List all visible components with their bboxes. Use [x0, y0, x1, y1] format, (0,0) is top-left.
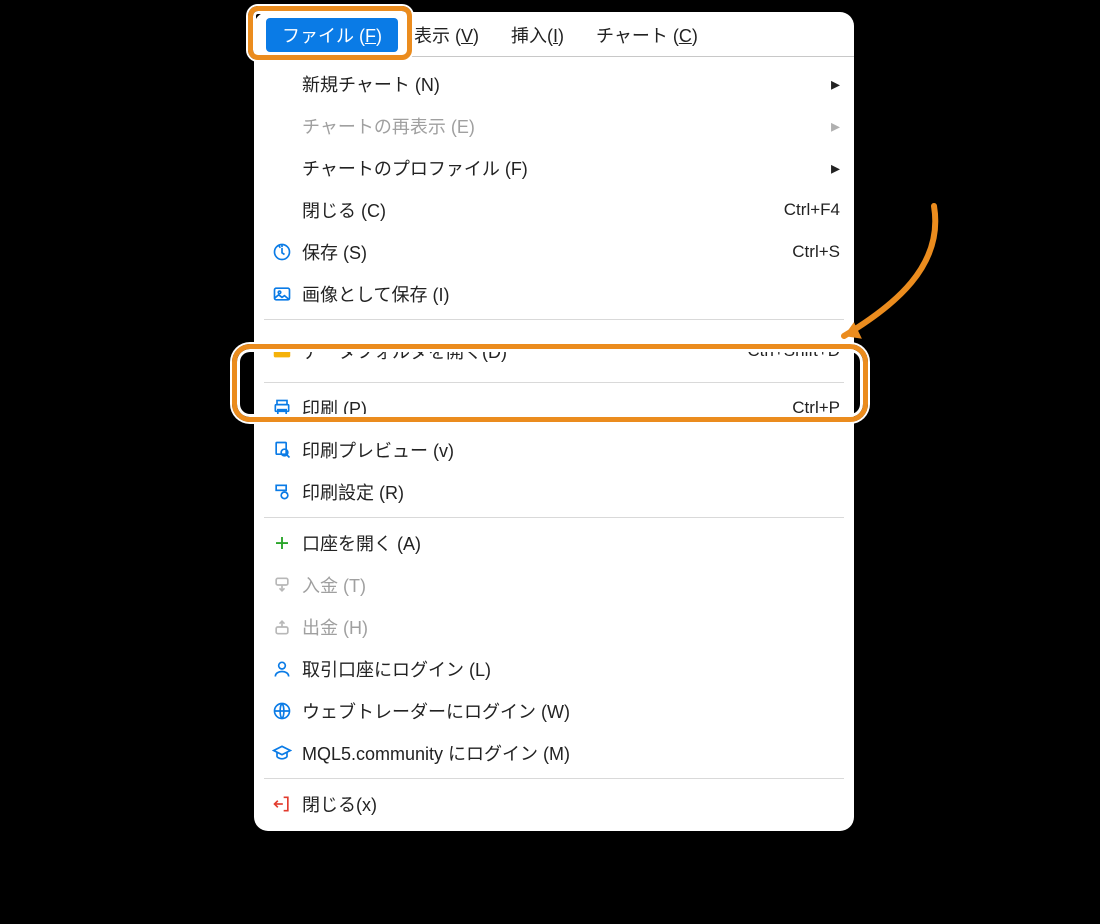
blank-icon	[268, 72, 296, 96]
menu-label: 新規チャート (N)	[296, 71, 820, 97]
menu-label: 印刷設定 (R)	[296, 479, 840, 505]
menu-label: データフォルダを開く(D)	[296, 338, 739, 364]
menu-label: 閉じる(x)	[296, 791, 840, 817]
withdraw-icon	[268, 615, 296, 639]
menubar-item-chart[interactable]: チャート (C)	[580, 18, 714, 52]
menu-shortcut: Ctrl+F4	[776, 200, 840, 220]
menubar: ファイル (F) 表示 (V) 挿入(I) チャート (C)	[254, 12, 854, 57]
menu-separator	[264, 382, 844, 383]
menubar-insert-close: )	[558, 26, 564, 46]
menubar-file-close: )	[376, 26, 382, 46]
menubar-chart-close: )	[692, 26, 698, 46]
menu-item-close-app[interactable]: 閉じる(x)	[254, 783, 854, 825]
menu-label: MQL5.community にログイン (M)	[296, 740, 840, 766]
menubar-file-text: ファイル (	[282, 26, 365, 46]
blank-icon	[268, 114, 296, 138]
menu-shortcut: Ctrl+P	[784, 398, 840, 418]
menubar-view-accel: V	[461, 26, 473, 46]
menubar-chart-text: チャート (	[596, 26, 679, 46]
blank-icon	[268, 198, 296, 222]
menubar-file-accel: F	[365, 26, 376, 46]
folder-icon	[268, 339, 296, 363]
menu-label: 画像として保存 (I)	[296, 281, 840, 307]
menu-separator	[264, 517, 844, 518]
menu-item-login-mql5[interactable]: MQL5.community にログイン (M)	[254, 732, 854, 774]
menu-label: 入金 (T)	[296, 572, 840, 598]
menu-item-deposit: 入金 (T)	[254, 564, 854, 606]
image-icon	[268, 282, 296, 306]
menu-label: 保存 (S)	[296, 239, 784, 265]
submenu-arrow-icon: ▸	[820, 116, 840, 137]
graduation-icon	[268, 741, 296, 765]
plus-icon	[268, 531, 296, 555]
menu-shortcut: Ctrl+S	[784, 242, 840, 262]
print-icon	[268, 396, 296, 420]
menu-item-print-setup[interactable]: 印刷設定 (R)	[254, 471, 854, 513]
menu-item-print-preview[interactable]: 印刷プレビュー (v)	[254, 429, 854, 471]
menubar-view-close: )	[473, 26, 479, 46]
menu-item-save[interactable]: 保存 (S) Ctrl+S	[254, 231, 854, 273]
menubar-item-view[interactable]: 表示 (V)	[398, 18, 495, 52]
menu-item-print[interactable]: 印刷 (P) Ctrl+P	[254, 387, 854, 429]
menubar-item-file[interactable]: ファイル (F)	[266, 18, 398, 52]
menu-label: 印刷プレビュー (v)	[296, 437, 840, 463]
menu-window: ファイル (F) 表示 (V) 挿入(I) チャート (C) 新規チャート (N…	[254, 12, 854, 831]
print-preview-icon	[268, 438, 296, 462]
menu-item-open-data-folder[interactable]: データフォルダを開く(D) Ctrl+Shift+D	[254, 324, 854, 378]
menu-label: 印刷 (P)	[296, 395, 784, 421]
submenu-arrow-icon: ▸	[820, 158, 840, 179]
menu-item-chart-profile[interactable]: チャートのプロファイル (F) ▸	[254, 147, 854, 189]
menu-separator	[264, 319, 844, 320]
menu-item-new-chart[interactable]: 新規チャート (N) ▸	[254, 63, 854, 105]
menu-item-login-account[interactable]: 取引口座にログイン (L)	[254, 648, 854, 690]
submenu-arrow-icon: ▸	[820, 74, 840, 95]
menubar-chart-accel: C	[679, 26, 692, 46]
menu-label: チャートのプロファイル (F)	[296, 155, 820, 181]
menu-label: チャートの再表示 (E)	[296, 113, 820, 139]
menu-separator	[264, 778, 844, 779]
menubar-item-insert[interactable]: 挿入(I)	[495, 18, 580, 52]
menu-label: 閉じる (C)	[296, 197, 776, 223]
menu-item-save-image[interactable]: 画像として保存 (I)	[254, 273, 854, 315]
menu-shortcut: Ctrl+Shift+D	[739, 341, 840, 361]
exit-icon	[268, 792, 296, 816]
menu-label: 出金 (H)	[296, 614, 840, 640]
menu-item-withdraw: 出金 (H)	[254, 606, 854, 648]
menu-label: ウェブトレーダーにログイン (W)	[296, 698, 840, 724]
user-icon	[268, 657, 296, 681]
deposit-icon	[268, 573, 296, 597]
menu-item-open-account[interactable]: 口座を開く (A)	[254, 522, 854, 564]
blank-icon	[268, 156, 296, 180]
menu-item-login-webtrader[interactable]: ウェブトレーダーにログイン (W)	[254, 690, 854, 732]
print-settings-icon	[268, 480, 296, 504]
menu-item-reshow-chart: チャートの再表示 (E) ▸	[254, 105, 854, 147]
save-icon	[268, 240, 296, 264]
menu-item-close[interactable]: 閉じる (C) Ctrl+F4	[254, 189, 854, 231]
menubar-insert-text: 挿入(	[511, 26, 553, 46]
menu-label: 取引口座にログイン (L)	[296, 656, 840, 682]
menubar-view-text: 表示 (	[414, 26, 461, 46]
menu-label: 口座を開く (A)	[296, 530, 840, 556]
file-menu-dropdown: 新規チャート (N) ▸ チャートの再表示 (E) ▸ チャートのプロファイル …	[254, 57, 854, 831]
globe-icon	[268, 699, 296, 723]
